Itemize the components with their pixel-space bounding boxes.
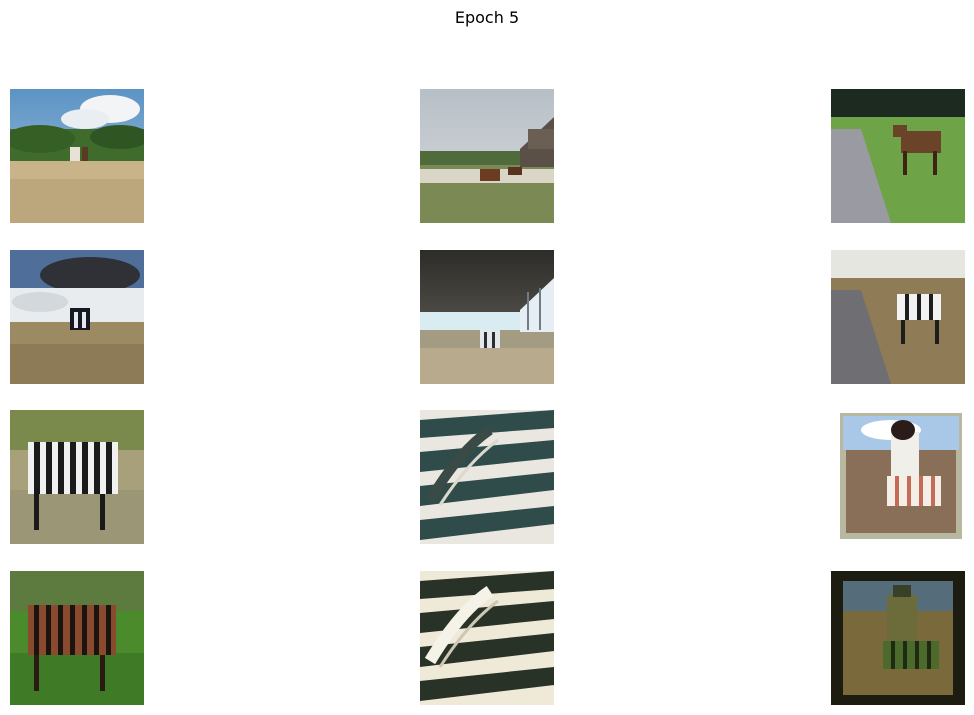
image-zebra-running-real [10,410,144,544]
image-zebra-running-to-horse [10,571,144,705]
image-zebra-with-person-real [831,410,965,544]
image-zebra-with-person-to-horse [831,571,965,705]
image-horse-road-to-zebra [10,250,144,384]
image-horse-pasture-to-zebra [420,250,554,384]
figure-title: Epoch 5 [454,8,520,27]
image-horse-field-to-zebra [831,250,965,384]
image-grid [10,89,965,705]
image-horse-road-real [10,89,144,223]
image-zebra-closeup-real [420,410,554,544]
image-horse-field-real [831,89,965,223]
image-horse-pasture-real [420,89,554,223]
image-zebra-closeup-to-horse [420,571,554,705]
